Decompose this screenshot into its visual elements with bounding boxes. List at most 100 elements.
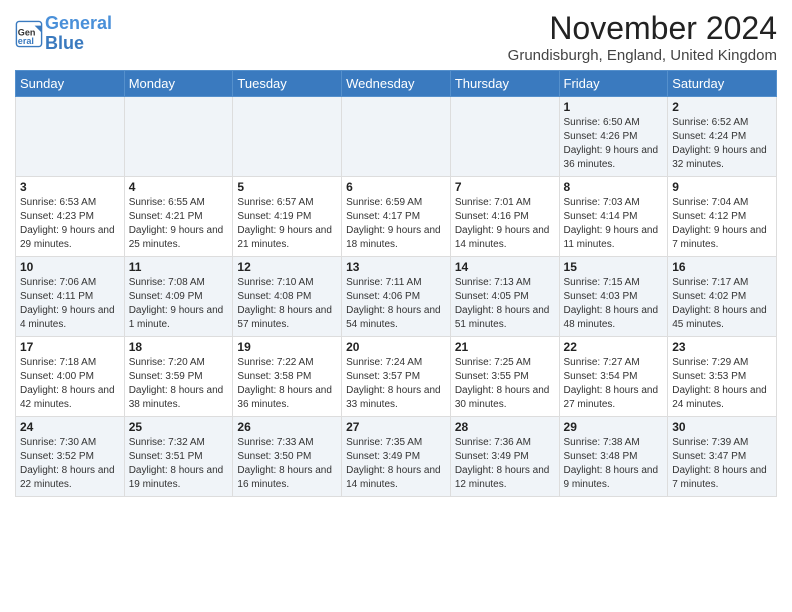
day-number: 21 [455,340,555,354]
day-info: Sunrise: 6:53 AM Sunset: 4:23 PM Dayligh… [20,196,120,252]
day-info: Sunrise: 7:06 AM Sunset: 4:11 PM Dayligh… [20,276,120,332]
calendar-cell [16,97,125,177]
calendar-cell: 5 Sunrise: 6:57 AM Sunset: 4:19 PM Daylig… [233,177,342,257]
header-day-saturday: Saturday [668,71,777,97]
calendar-cell: 8 Sunrise: 7:03 AM Sunset: 4:14 PM Daylig… [559,177,668,257]
header-day-friday: Friday [559,71,668,97]
day-number: 16 [672,260,772,274]
day-number: 25 [129,420,229,434]
day-info: Sunrise: 7:15 AM Sunset: 4:03 PM Dayligh… [564,276,664,332]
calendar-cell: 6Sunrise: 6:59 AM Sunset: 4:17 PM Daylig… [342,177,451,257]
logo-text: GeneralBlue [45,14,112,54]
calendar-cell: 16Sunrise: 7:17 AM Sunset: 4:02 PM Dayli… [668,257,777,337]
day-number: 12 [237,260,337,274]
svg-text:eral: eral [18,36,34,46]
day-info: Sunrise: 7:27 AM Sunset: 3:54 PM Dayligh… [564,356,664,412]
calendar-cell [233,97,342,177]
day-number: 23 [672,340,772,354]
day-info: Sunrise: 6:55 AM Sunset: 4:21 PM Dayligh… [129,196,229,252]
day-number: 1 [564,100,664,114]
calendar-week-row: 10 Sunrise: 7:06 AM Sunset: 4:11 PM Dayli… [16,257,777,337]
calendar-table: SundayMondayTuesdayWednesdayThursdayFrid… [15,70,777,497]
day-info: Sunrise: 7:36 AM Sunset: 3:49 PM Dayligh… [455,436,555,492]
day-number: 4 [129,180,229,194]
day-info: Sunrise: 7:18 AM Sunset: 4:00 PM Dayligh… [20,356,120,412]
day-number: 7 [455,180,555,194]
calendar-cell: 9Sunrise: 7:04 AM Sunset: 4:12 PM Daylig… [668,177,777,257]
calendar-cell: 7Sunrise: 7:01 AM Sunset: 4:16 PM Daylig… [450,177,559,257]
calendar-cell: 18 Sunrise: 7:20 AM Sunset: 3:59 PM Dayli… [124,337,233,417]
day-info: Sunrise: 7:08 AM Sunset: 4:09 PM Dayligh… [129,276,229,332]
day-info: Sunrise: 7:33 AM Sunset: 3:50 PM Dayligh… [237,436,337,492]
header-day-sunday: Sunday [16,71,125,97]
calendar-cell: 26 Sunrise: 7:33 AM Sunset: 3:50 PM Dayli… [233,417,342,497]
day-number: 24 [20,420,120,434]
day-info: Sunrise: 7:11 AM Sunset: 4:06 PM Dayligh… [346,276,446,332]
day-info: Sunrise: 6:59 AM Sunset: 4:17 PM Dayligh… [346,196,446,252]
calendar-cell: 13 Sunrise: 7:11 AM Sunset: 4:06 PM Dayli… [342,257,451,337]
day-number: 3 [20,180,120,194]
calendar-cell: 27 Sunrise: 7:35 AM Sunset: 3:49 PM Dayli… [342,417,451,497]
day-info: Sunrise: 7:39 AM Sunset: 3:47 PM Dayligh… [672,436,772,492]
calendar-cell [450,97,559,177]
calendar-cell: 23 Sunrise: 7:29 AM Sunset: 3:53 PM Dayli… [668,337,777,417]
calendar-cell [124,97,233,177]
calendar-cell: 25 Sunrise: 7:32 AM Sunset: 3:51 PM Dayli… [124,417,233,497]
day-number: 15 [564,260,664,274]
calendar-cell: 28 Sunrise: 7:36 AM Sunset: 3:49 PM Dayli… [450,417,559,497]
day-info: Sunrise: 6:52 AM Sunset: 4:24 PM Dayligh… [672,116,772,172]
day-info: Sunrise: 6:57 AM Sunset: 4:19 PM Dayligh… [237,196,337,252]
day-info: Sunrise: 7:24 AM Sunset: 3:57 PM Dayligh… [346,356,446,412]
day-number: 22 [564,340,664,354]
header-day-wednesday: Wednesday [342,71,451,97]
calendar-cell: 15 Sunrise: 7:15 AM Sunset: 4:03 PM Dayli… [559,257,668,337]
day-number: 11 [129,260,229,274]
day-number: 8 [564,180,664,194]
day-info: Sunrise: 7:29 AM Sunset: 3:53 PM Dayligh… [672,356,772,412]
day-number: 30 [672,420,772,434]
calendar-cell: 30 Sunrise: 7:39 AM Sunset: 3:47 PM Dayli… [668,417,777,497]
day-number: 9 [672,180,772,194]
day-number: 19 [237,340,337,354]
day-info: Sunrise: 7:10 AM Sunset: 4:08 PM Dayligh… [237,276,337,332]
calendar-cell: 17Sunrise: 7:18 AM Sunset: 4:00 PM Dayli… [16,337,125,417]
calendar-week-row: 1 Sunrise: 6:50 AM Sunset: 4:26 PM Daylig… [16,97,777,177]
calendar-cell: 10 Sunrise: 7:06 AM Sunset: 4:11 PM Dayli… [16,257,125,337]
month-title: November 2024 [508,10,777,47]
day-info: Sunrise: 7:32 AM Sunset: 3:51 PM Dayligh… [129,436,229,492]
day-number: 28 [455,420,555,434]
calendar-week-row: 17Sunrise: 7:18 AM Sunset: 4:00 PM Dayli… [16,337,777,417]
day-number: 18 [129,340,229,354]
calendar-cell: 2 Sunrise: 6:52 AM Sunset: 4:24 PM Daylig… [668,97,777,177]
calendar-cell: 21Sunrise: 7:25 AM Sunset: 3:55 PM Dayli… [450,337,559,417]
calendar-cell [342,97,451,177]
day-info: Sunrise: 7:35 AM Sunset: 3:49 PM Dayligh… [346,436,446,492]
calendar-cell: 1 Sunrise: 6:50 AM Sunset: 4:26 PM Daylig… [559,97,668,177]
calendar-cell: 12 Sunrise: 7:10 AM Sunset: 4:08 PM Dayli… [233,257,342,337]
logo-icon: Gen eral [15,20,43,48]
calendar-cell: 20 Sunrise: 7:24 AM Sunset: 3:57 PM Dayli… [342,337,451,417]
calendar-cell: 3 Sunrise: 6:53 AM Sunset: 4:23 PM Daylig… [16,177,125,257]
day-info: Sunrise: 7:03 AM Sunset: 4:14 PM Dayligh… [564,196,664,252]
header: Gen eral GeneralBlue November 2024 Grund… [15,10,777,64]
calendar-cell: 29Sunrise: 7:38 AM Sunset: 3:48 PM Dayli… [559,417,668,497]
calendar-cell: 22 Sunrise: 7:27 AM Sunset: 3:54 PM Dayli… [559,337,668,417]
calendar-week-row: 24 Sunrise: 7:30 AM Sunset: 3:52 PM Dayli… [16,417,777,497]
day-number: 10 [20,260,120,274]
header-day-thursday: Thursday [450,71,559,97]
logo: Gen eral GeneralBlue [15,14,112,54]
location: Grundisburgh, England, United Kingdom [508,47,777,64]
title-area: November 2024 Grundisburgh, England, Uni… [508,10,777,64]
day-number: 2 [672,100,772,114]
day-number: 5 [237,180,337,194]
day-info: Sunrise: 6:50 AM Sunset: 4:26 PM Dayligh… [564,116,664,172]
day-number: 26 [237,420,337,434]
day-number: 13 [346,260,446,274]
day-info: Sunrise: 7:20 AM Sunset: 3:59 PM Dayligh… [129,356,229,412]
calendar-cell: 4 Sunrise: 6:55 AM Sunset: 4:21 PM Daylig… [124,177,233,257]
day-info: Sunrise: 7:30 AM Sunset: 3:52 PM Dayligh… [20,436,120,492]
day-number: 20 [346,340,446,354]
calendar-header-row: SundayMondayTuesdayWednesdayThursdayFrid… [16,71,777,97]
calendar-cell: 14Sunrise: 7:13 AM Sunset: 4:05 PM Dayli… [450,257,559,337]
day-number: 27 [346,420,446,434]
